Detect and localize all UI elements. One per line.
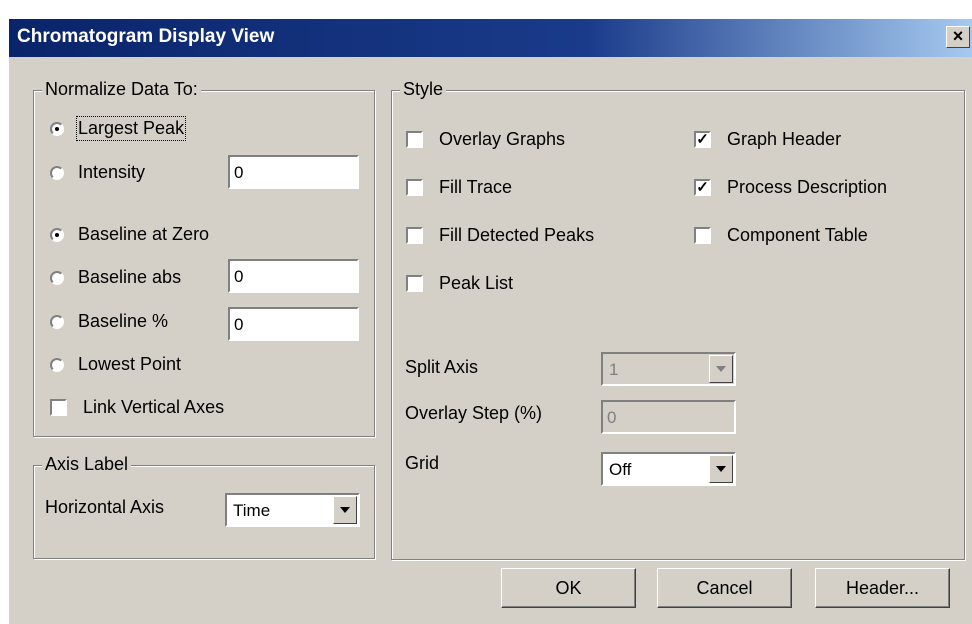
radio-dot — [50, 314, 64, 329]
chevron-down-icon[interactable] — [333, 496, 357, 524]
chevron-down-icon[interactable] — [709, 455, 733, 483]
baseline-pct-label: Baseline % — [78, 311, 169, 331]
overlay-step-label: Overlay Step (%) — [405, 403, 543, 423]
baseline-pct-input[interactable]: 0 — [228, 307, 359, 341]
ok-button[interactable]: OK — [501, 568, 636, 608]
radio-lowest-point[interactable]: Lowest Point — [50, 354, 181, 375]
radio-largest-peak[interactable]: Largest Peak — [50, 116, 187, 141]
header-button[interactable]: Header... — [815, 568, 950, 608]
baseline-abs-label: Baseline abs — [78, 267, 182, 287]
title-bar: Chromatogram Display View × — [9, 19, 972, 57]
axis-label-legend: Axis Label — [42, 454, 132, 475]
close-button[interactable]: × — [946, 26, 970, 48]
horizontal-axis-value: Time — [233, 501, 271, 520]
checkbox-box — [406, 131, 423, 148]
radio-dot — [50, 270, 64, 285]
link-axes-label: Link Vertical Axes — [83, 397, 225, 417]
horizontal-axis-select[interactable]: Time — [225, 493, 360, 527]
process-description-label: Process Description — [727, 177, 888, 197]
overlay-graphs-checkbox[interactable]: Overlay Graphs — [406, 129, 565, 150]
grid-select[interactable]: Off — [601, 452, 736, 486]
component-table-label: Component Table — [727, 225, 868, 245]
fill-detected-peaks-label: Fill Detected Peaks — [439, 225, 595, 245]
intensity-label: Intensity — [78, 162, 146, 182]
chevron-down-icon — [709, 355, 733, 383]
overlay-step-input: 0 — [601, 400, 736, 434]
fill-trace-label: Fill Trace — [439, 177, 513, 197]
intensity-input[interactable]: 0 — [228, 155, 359, 189]
checkbox-box — [694, 227, 711, 244]
overlay-graphs-label: Overlay Graphs — [439, 129, 566, 149]
close-icon: × — [952, 26, 964, 46]
grid-label: Grid — [405, 453, 440, 473]
dialog-title: Chromatogram Display View — [17, 26, 275, 47]
radio-dot — [50, 227, 64, 242]
fill-trace-checkbox[interactable]: Fill Trace — [406, 177, 512, 198]
peak-list-checkbox[interactable]: Peak List — [406, 273, 513, 294]
radio-baseline-zero[interactable]: Baseline at Zero — [50, 224, 209, 245]
graph-header-checkbox[interactable]: ✓ Graph Header — [694, 129, 841, 150]
split-axis-label: Split Axis — [405, 357, 479, 377]
checkbox-box — [406, 179, 423, 196]
split-axis-value: 1 — [609, 360, 619, 379]
grid-value: Off — [609, 460, 632, 479]
link-vertical-axes-checkbox[interactable]: Link Vertical Axes — [50, 397, 224, 418]
fill-detected-peaks-checkbox[interactable]: Fill Detected Peaks — [406, 225, 594, 246]
checkbox-box — [406, 275, 423, 292]
radio-dot — [50, 121, 64, 136]
graph-header-label: Graph Header — [727, 129, 842, 149]
split-axis-select: 1 — [601, 352, 736, 386]
radio-baseline-pct[interactable]: Baseline % — [50, 311, 168, 332]
radio-intensity[interactable]: Intensity — [50, 162, 145, 183]
checkmark-icon: ✓ — [694, 131, 711, 148]
checkbox-box — [50, 399, 67, 416]
component-table-checkbox[interactable]: Component Table — [694, 225, 868, 246]
largest-peak-label: Largest Peak — [75, 116, 187, 141]
horizontal-axis-label: Horizontal Axis — [45, 497, 165, 517]
radio-dot — [50, 165, 64, 180]
radio-baseline-abs[interactable]: Baseline abs — [50, 267, 181, 288]
baseline-abs-input[interactable]: 0 — [228, 259, 359, 293]
style-group: Style — [391, 79, 965, 560]
baseline-zero-label: Baseline at Zero — [78, 224, 210, 244]
peak-list-label: Peak List — [439, 273, 514, 293]
process-description-checkbox[interactable]: ✓ Process Description — [694, 177, 887, 198]
lowest-point-label: Lowest Point — [78, 354, 182, 374]
style-legend: Style — [400, 79, 447, 100]
radio-dot — [50, 357, 64, 372]
checkbox-box — [406, 227, 423, 244]
cancel-button[interactable]: Cancel — [657, 568, 792, 608]
checkmark-icon: ✓ — [694, 179, 711, 196]
normalize-legend: Normalize Data To: — [42, 79, 201, 100]
chromatogram-dialog: Chromatogram Display View × Normalize Da… — [8, 18, 972, 624]
